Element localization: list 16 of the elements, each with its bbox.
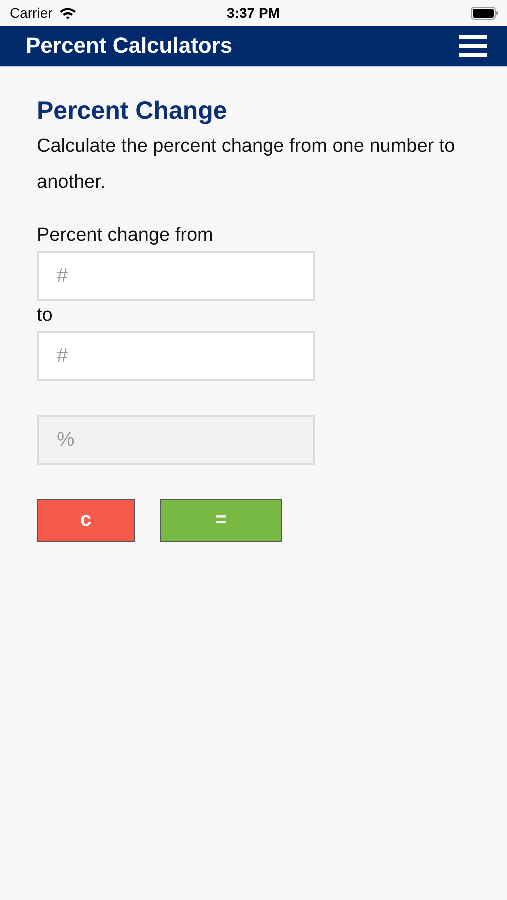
clear-button[interactable]: c — [37, 499, 135, 542]
field-label: to — [37, 304, 53, 328]
field-label: Percent change from — [37, 224, 214, 248]
calculator-title: Percent Change — [37, 96, 228, 127]
menu-icon — [459, 34, 487, 58]
result-field: % — [37, 415, 315, 465]
status-time: 3:37 PM — [227, 5, 280, 21]
number-input-field[interactable]: # — [37, 251, 315, 301]
calculate-button[interactable]: = — [160, 499, 282, 542]
battery-icon — [471, 6, 499, 20]
wifi-icon — [58, 6, 77, 20]
app-title: Percent Calculators — [26, 33, 233, 59]
number-input-field[interactable]: # — [37, 331, 315, 381]
calculator-description: Calculate the percent change from one number to another. — [37, 135, 456, 195]
menu-button[interactable] — [459, 34, 487, 58]
carrier-name: Carrier — [10, 5, 53, 21]
